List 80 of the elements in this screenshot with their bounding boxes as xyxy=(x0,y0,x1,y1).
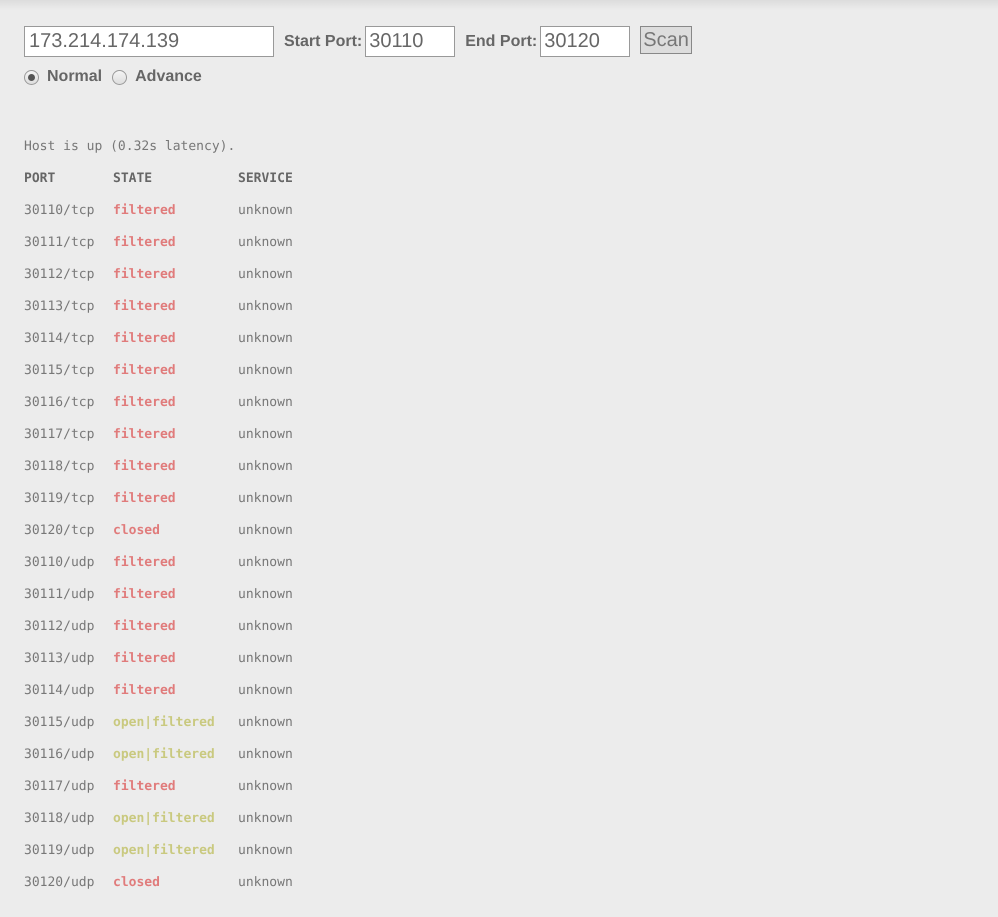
state-cell: filtered xyxy=(113,651,176,666)
state-cell: filtered xyxy=(113,363,176,378)
state-cell: filtered xyxy=(113,267,176,282)
port-cell: 30114/tcp xyxy=(24,331,94,346)
port-cell: 30118/tcp xyxy=(24,459,94,474)
state-cell: open|filtered xyxy=(113,811,215,826)
service-cell-text: unknown xyxy=(238,458,293,476)
scan-button[interactable]: Scan xyxy=(640,26,692,54)
port-cell: 30116/udp xyxy=(24,747,94,762)
state-cell: open|filtered xyxy=(113,843,215,858)
host-status-text: Host is up (0.32s latency). xyxy=(24,138,236,156)
state-cell: filtered xyxy=(113,235,176,250)
port-cell: 30120/tcp xyxy=(24,523,94,538)
service-cell-text: unknown xyxy=(238,298,293,316)
service-cell-text: unknown xyxy=(238,490,293,508)
state-cell: filtered xyxy=(113,331,176,346)
service-cell-text: unknown xyxy=(238,426,293,444)
port-cell: 30115/tcp xyxy=(24,363,94,378)
state-cell: closed xyxy=(113,875,160,890)
state-cell: open|filtered xyxy=(113,747,215,762)
end-port-label: End Port: xyxy=(465,32,538,52)
service-cell-text: unknown xyxy=(238,778,293,796)
port-cell: 30111/tcp xyxy=(24,235,94,250)
state-cell: closed xyxy=(113,523,160,538)
column-header: PORT xyxy=(24,170,56,188)
port-cell: 30117/udp xyxy=(24,779,94,794)
column-header: STATE xyxy=(113,170,154,188)
port-cell: 30112/tcp xyxy=(24,267,94,282)
service-cell-text: unknown xyxy=(238,362,293,380)
service-cell-text: unknown xyxy=(238,650,293,668)
port-cell: 30119/tcp xyxy=(24,491,94,506)
state-cell: filtered xyxy=(113,203,176,218)
port-cell: 30116/tcp xyxy=(24,395,94,410)
state-cell: filtered xyxy=(113,587,176,602)
state-cell: filtered xyxy=(113,299,176,314)
host-field[interactable]: 173.214.174.139 xyxy=(24,26,274,57)
state-cell: filtered xyxy=(113,427,176,442)
radio-label: Advance xyxy=(135,67,202,87)
state-cell: filtered xyxy=(113,395,176,410)
service-cell-text: unknown xyxy=(238,874,293,892)
start-port-field[interactable]: 30110 xyxy=(365,26,456,57)
start-port-label: Start Port: xyxy=(284,32,362,52)
service-cell-text: unknown xyxy=(238,266,293,284)
service-cell-text: unknown xyxy=(238,330,293,348)
end-port-field[interactable]: 30120 xyxy=(540,26,630,57)
port-cell: 30110/tcp xyxy=(24,203,94,218)
service-cell-text: unknown xyxy=(238,522,293,540)
port-cell: 30111/udp xyxy=(24,587,94,602)
port-cell: 30114/udp xyxy=(24,683,94,698)
port-cell: 30119/udp xyxy=(24,843,94,858)
state-cell: filtered xyxy=(113,459,176,474)
service-cell-text: unknown xyxy=(238,586,293,604)
service-cell-text: unknown xyxy=(238,234,293,252)
state-cell: filtered xyxy=(113,683,176,698)
port-cell: 30120/udp xyxy=(24,875,94,890)
port-cell: 30113/tcp xyxy=(24,299,94,314)
state-cell: open|filtered xyxy=(113,715,215,730)
port-cell: 30117/tcp xyxy=(24,427,94,442)
service-cell-text: unknown xyxy=(238,394,293,412)
service-cell-text: unknown xyxy=(238,714,293,732)
radio-label: Normal xyxy=(47,67,102,87)
port-cell: 30113/udp xyxy=(24,651,94,666)
service-cell-text: unknown xyxy=(238,746,293,764)
service-cell-text: unknown xyxy=(238,842,293,860)
service-cell-text: unknown xyxy=(238,682,293,700)
column-header: SERVICE xyxy=(238,170,293,188)
service-cell-text: unknown xyxy=(238,618,293,636)
radio-button[interactable] xyxy=(112,70,128,84)
state-cell: filtered xyxy=(113,555,176,570)
state-cell: filtered xyxy=(113,619,176,634)
service-cell-text: unknown xyxy=(238,810,293,828)
state-cell: filtered xyxy=(113,779,176,794)
port-cell: 30115/udp xyxy=(24,715,94,730)
service-cell-text: unknown xyxy=(238,202,293,220)
port-cell: 30118/udp xyxy=(24,811,94,826)
state-cell: filtered xyxy=(113,491,176,506)
service-cell-text: unknown xyxy=(238,554,293,572)
port-cell: 30110/udp xyxy=(24,555,94,570)
radio-button[interactable] xyxy=(24,70,39,84)
port-cell: 30112/udp xyxy=(24,619,94,634)
